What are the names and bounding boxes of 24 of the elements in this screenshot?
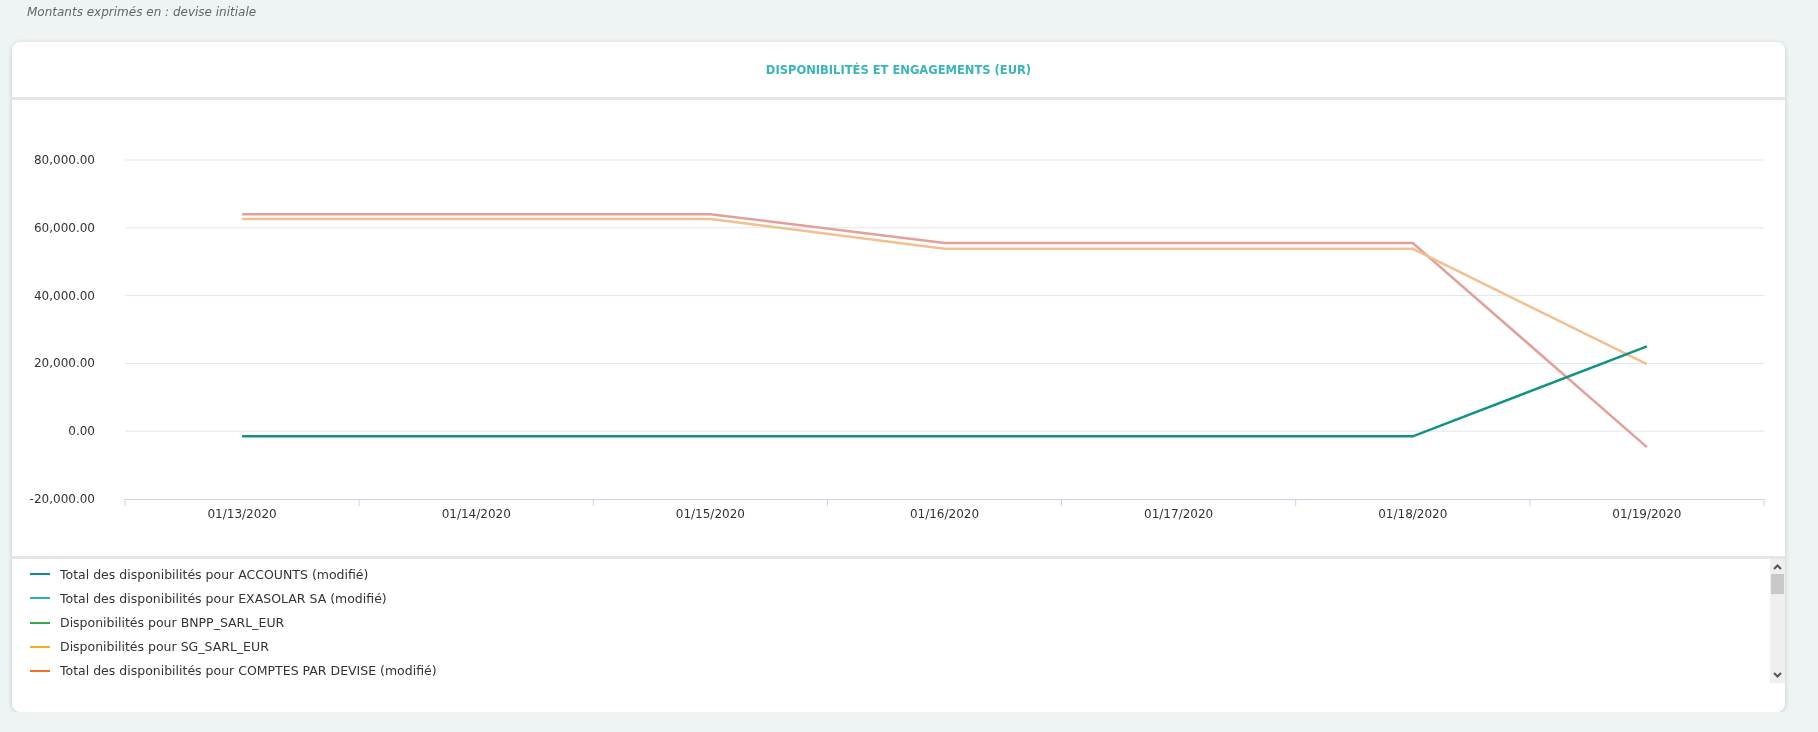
scroll-down-icon[interactable] (1773, 672, 1782, 678)
scroll-up-icon[interactable] (1773, 564, 1782, 570)
x-axis-label: 01/18/2020 (1378, 507, 1448, 521)
legend-label[interactable]: Disponibilités pour BNPP_SARL_EUR (60, 615, 285, 630)
x-axis-label: 01/15/2020 (675, 507, 745, 521)
x-axis-label: 01/14/2020 (441, 507, 511, 521)
legend-label[interactable]: Disponibilités pour SG_SARL_EUR (60, 639, 269, 655)
y-axis-label: 0.00 (68, 424, 95, 439)
y-axis-label: 80,000.00 (33, 153, 95, 167)
y-axis-label: 60,000.00 (33, 220, 95, 235)
legend-label[interactable]: Total des disponibilités pour COMPTES PAR DEVISE (modifié) (60, 663, 437, 679)
x-axis-label: 01/17/2020 (1144, 507, 1214, 521)
scrollbar[interactable] (1770, 559, 1785, 683)
x-axis-label: 01/19/2020 (1612, 507, 1682, 521)
scrollbar-thumb[interactable] (1771, 574, 1784, 594)
chart-title: DISPONIBILITÉS ET ENGAGEMENTS (EUR) (765, 62, 1032, 77)
x-axis-label: 01/16/2020 (909, 507, 980, 521)
x-axis-label: 01/13/2020 (207, 507, 277, 521)
y-axis-label: 20,000.00 (33, 356, 95, 371)
y-axis-label: -20,000.00 (29, 492, 95, 506)
legend-label[interactable]: Total des disponibilités pour ACCOUNTS (modifié) (60, 566, 369, 582)
currency-note: Montants exprimés en : devise initiale (26, 5, 258, 21)
legend-label[interactable]: Total des disponibilités pour EXASOLAR SA (modifié) (60, 590, 387, 606)
y-axis-label: 40,000.00 (33, 288, 95, 303)
